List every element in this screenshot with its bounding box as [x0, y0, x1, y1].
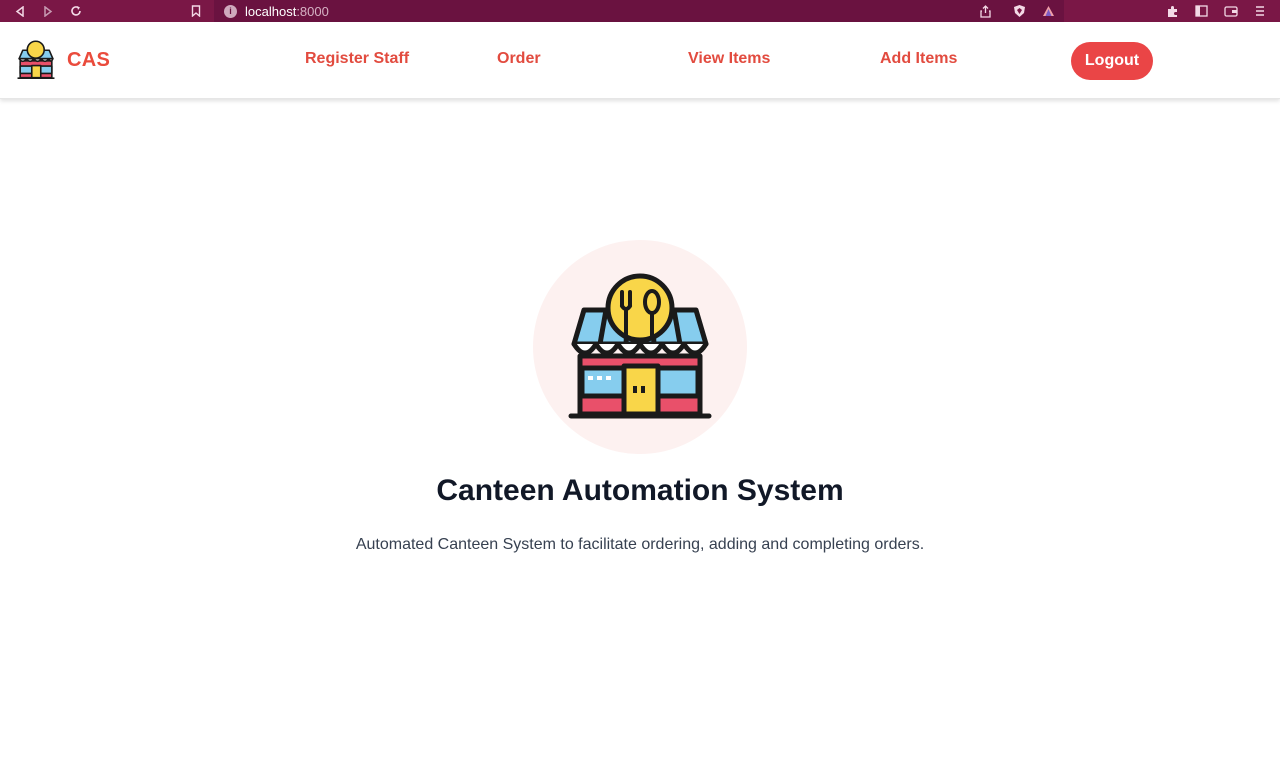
sidebar-icon[interactable] — [1190, 0, 1212, 22]
reload-icon[interactable] — [65, 0, 87, 22]
nav-link-view-items[interactable]: View Items — [688, 50, 770, 72]
nav-link-order[interactable]: Order — [497, 50, 541, 72]
canteen-storefront-icon — [568, 273, 712, 419]
page-subtitle: Automated Canteen System to facilitate o… — [355, 536, 925, 553]
brand-name: CAS — [67, 48, 111, 71]
wallet-icon[interactable] — [1220, 0, 1242, 22]
back-icon[interactable] — [9, 0, 31, 22]
menu-icon[interactable] — [1249, 0, 1271, 22]
canteen-logo-icon — [17, 40, 55, 79]
url-port: :8000 — [296, 3, 329, 19]
brave-shield-icon[interactable] — [1008, 0, 1030, 22]
nav-link-register-staff[interactable]: Register Staff — [305, 50, 409, 72]
extensions-icon[interactable] — [1161, 0, 1183, 22]
address-bar[interactable]: i localhost:8000 — [214, 0, 1064, 22]
forward-icon[interactable] — [37, 0, 59, 22]
rewards-icon[interactable] — [1037, 0, 1059, 22]
logout-button[interactable]: Logout — [1071, 42, 1153, 80]
browser-toolbar: i localhost:8000 — [0, 0, 1280, 22]
share-icon[interactable] — [974, 0, 996, 22]
navbar: CAS Register Staff Order View Items Add … — [0, 22, 1280, 99]
bookmark-icon[interactable] — [185, 0, 207, 22]
nav-link-add-items[interactable]: Add Items — [880, 50, 957, 72]
site-info-icon[interactable]: i — [224, 4, 237, 18]
url-host: localhost — [245, 3, 297, 19]
page-title: Canteen Automation System — [436, 474, 844, 507]
brand[interactable]: CAS — [17, 40, 110, 80]
